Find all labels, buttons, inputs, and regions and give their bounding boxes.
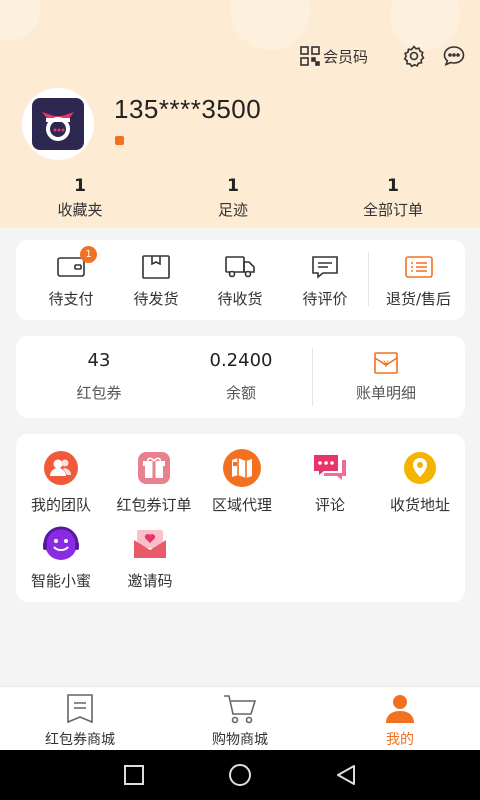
coupons-value: 43	[87, 350, 111, 371]
member-code-button[interactable]: 会员码	[300, 46, 368, 67]
bill-detail-label: 账单明细	[355, 384, 416, 402]
chat-icon	[443, 46, 465, 66]
svg-text:¥: ¥	[383, 360, 389, 370]
tab-label: 购物商城	[212, 732, 268, 748]
bottom-tab-bar: 红包券商城 购物商城 我的	[0, 686, 480, 750]
service-label: 我的团队	[30, 496, 91, 514]
order-label: 待支付	[48, 290, 94, 308]
gift-icon	[138, 452, 170, 484]
profile-icon	[386, 695, 414, 723]
pending-payment-badge: 1	[80, 246, 97, 263]
stat-value: 1	[227, 176, 239, 196]
service-label: 智能小蜜	[30, 572, 91, 590]
stat-label: 足迹	[217, 201, 248, 219]
stat-all-orders[interactable]: 1 全部订单	[348, 176, 438, 220]
order-label: 待收货	[217, 290, 263, 308]
decor-circle	[390, 0, 460, 50]
service-smart-assistant[interactable]: 智能小蜜	[15, 526, 107, 591]
recents-button[interactable]	[81, 765, 187, 785]
service-regional-agent[interactable]: 区域代理	[194, 448, 290, 515]
invite-icon	[134, 530, 166, 558]
stat-value: 1	[387, 176, 399, 196]
assistant-icon	[43, 526, 79, 560]
member-code-label: 会员码	[322, 47, 368, 66]
service-reviews[interactable]: 评论	[284, 450, 376, 515]
order-refund[interactable]: 退货/售后	[371, 252, 466, 309]
team-icon	[44, 451, 78, 485]
order-label: 待发货	[133, 290, 179, 308]
service-label: 区域代理	[211, 496, 272, 514]
balance-item[interactable]: 0.2400 余额	[196, 350, 286, 403]
service-coupon-orders[interactable]: 红包券订单	[104, 450, 204, 515]
location-icon	[404, 452, 436, 484]
stat-value: 1	[74, 176, 86, 196]
bill-detail-item[interactable]: ¥ 账单明细	[336, 350, 436, 403]
service-label: 红包券订单	[116, 496, 192, 514]
order-pending-review[interactable]: 待评价	[285, 252, 365, 309]
order-label: 待评价	[302, 290, 348, 308]
list-icon	[404, 256, 433, 278]
balance-label: 余额	[225, 384, 256, 402]
services-card: 我的团队 红包券订单 区域代理 评论 收货地址 智能小蜜 邀请码	[16, 434, 465, 602]
wallet-card: 43 红包券 0.2400 余额 ¥ 账单明细	[16, 336, 465, 418]
package-icon	[142, 255, 170, 279]
stat-footprints[interactable]: 1 足迹	[193, 176, 273, 220]
back-button[interactable]	[293, 764, 399, 786]
coupons-label: 红包券	[76, 384, 122, 402]
stat-favorites[interactable]: 1 收藏夹	[40, 176, 120, 220]
logo-icon	[42, 112, 74, 141]
divider	[312, 348, 313, 406]
tab-shopping-mall[interactable]: 购物商城	[160, 687, 320, 750]
order-pending-shipment[interactable]: 待发货	[116, 252, 196, 309]
orders-card: 1 待支付 待发货 待收货 待评价 退货/售后	[16, 240, 465, 320]
settings-button[interactable]	[402, 44, 426, 68]
order-label: 退货/售后	[385, 290, 452, 308]
service-label: 收货地址	[389, 496, 450, 514]
messages-button[interactable]	[442, 44, 466, 68]
app-logo	[32, 98, 84, 150]
back-triangle-icon	[337, 765, 355, 785]
tab-label: 我的	[386, 732, 414, 748]
cart-icon	[224, 695, 257, 724]
tab-label: 红包券商城	[45, 732, 115, 748]
divider	[368, 252, 369, 306]
service-invite-code[interactable]: 邀请码	[104, 526, 196, 591]
map-icon	[223, 449, 261, 487]
user-phone: 135****3500	[114, 94, 262, 124]
avatar[interactable]	[22, 88, 94, 160]
comment-icon	[312, 256, 338, 279]
circle-icon	[229, 764, 251, 786]
square-icon	[124, 765, 144, 785]
qr-code-icon	[300, 46, 320, 66]
bill-icon: ¥	[374, 352, 398, 374]
home-button[interactable]	[187, 763, 293, 787]
coupon-mall-icon	[67, 694, 93, 724]
profile-header: 会员码 135****3500 1 收藏夹 1 足迹 1 全部订单	[0, 0, 480, 228]
service-address[interactable]: 收货地址	[374, 450, 466, 515]
service-my-team[interactable]: 我的团队	[15, 450, 107, 515]
system-navigation-bar	[0, 750, 480, 800]
stat-label: 收藏夹	[57, 201, 103, 219]
service-label: 评论	[314, 496, 345, 514]
tab-mine[interactable]: 我的	[320, 687, 480, 750]
truck-icon	[225, 256, 255, 278]
decor-circle	[230, 0, 310, 50]
gear-icon	[403, 45, 425, 68]
stat-label: 全部订单	[362, 201, 423, 219]
order-pending-receipt[interactable]: 待收货	[200, 252, 280, 309]
member-level-badge	[115, 136, 124, 145]
header-actions: 会员码	[300, 44, 466, 68]
coupons-item[interactable]: 43 红包券	[54, 350, 144, 403]
message-icon	[314, 455, 346, 480]
service-label: 邀请码	[127, 572, 173, 590]
decor-circle	[0, 0, 40, 40]
tab-coupon-mall[interactable]: 红包券商城	[0, 687, 160, 750]
balance-value: 0.2400	[209, 350, 273, 371]
order-pending-payment[interactable]: 1 待支付	[31, 246, 111, 309]
